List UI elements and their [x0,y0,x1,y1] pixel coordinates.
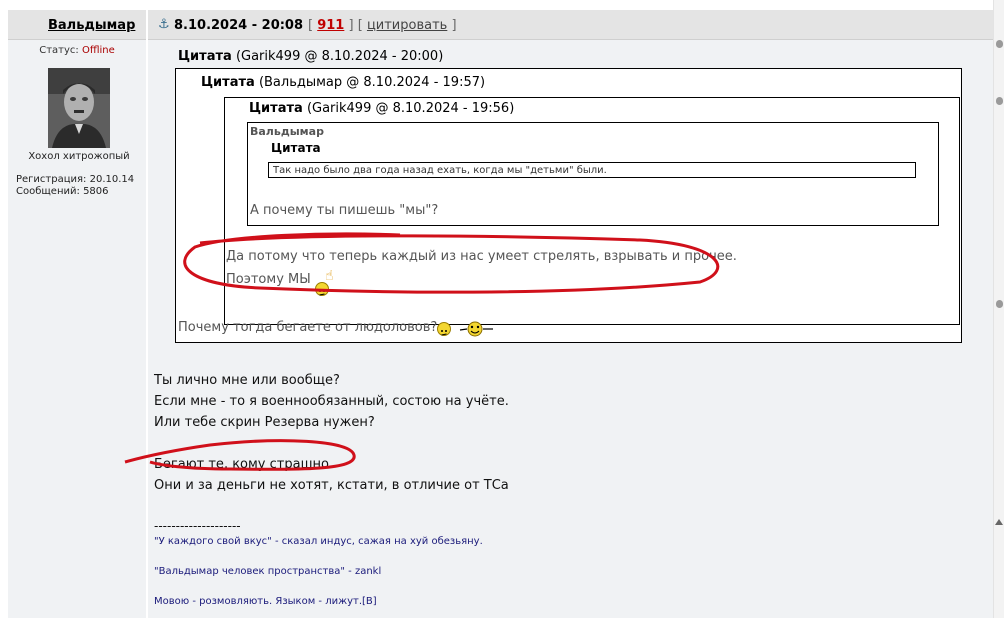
user-stats: Регистрация: 20.10.14 Сообщений: 5806 [16,174,134,198]
quote-header-mid: Цитата (Вальдымар @ 8.10.2024 - 19:57) [201,75,485,90]
message-line: Если мне - то я военнообязанный, состою … [154,394,509,409]
quote-author: Вальдымар [250,125,324,138]
quote-reply-outer: Почему тогда бегаете от людоловов? [178,320,438,335]
quote-label: Цитата [271,141,321,155]
post-body: Цитата (Garik499 @ 8.10.2024 - 20:00) Ци… [148,40,994,618]
scrollbar-marker [996,97,1003,105]
posts-label: Сообщений: [16,186,80,197]
message-line: Они и за деньги не хотят, кстати, в отли… [154,478,509,493]
quote-box-outer: Цитата (Вальдымар @ 8.10.2024 - 19:57) Ц… [175,68,962,343]
quote-text-deep: Так надо было два года назад ехать, когд… [268,162,916,178]
avatar-portrait-icon [48,68,110,148]
bracket-open: [ [308,18,314,33]
scrollbar-marker [996,300,1003,308]
quote-label: Цитата [249,101,303,116]
quote-label: Цитата [201,75,255,90]
message-line: Бегают те, кому страшно. [154,457,334,472]
quote-text-inner-line2: Поэтому МЫ [226,272,311,287]
post-header: ⚓ 8.10.2024 - 20:08 [ 911 ] [ цитировать… [148,10,994,40]
anchor-icon[interactable]: ⚓ [158,17,170,32]
quote-box-mid: Цитата (Garik499 @ 8.10.2024 - 19:56) Ва… [224,97,960,325]
message-line: Ты лично мне или вообще? [154,373,340,388]
user-panel: Статус: Offline Хохол хитрожопый Регистр… [8,40,146,618]
user-status: Статус: Offline [8,45,146,56]
post-actions: [ 911 ] [ цитировать ] [308,18,457,33]
signature-divider: -------------------- [154,519,241,533]
message-text: Ты лично мне или вообще? Если мне - то я… [154,370,509,496]
username-link[interactable]: Вальдымар [48,18,135,33]
forum-post: Вальдымар ⚓ 8.10.2024 - 20:08 [ 911 ] [ … [0,0,994,618]
hmm-smiley-face-icon [319,290,325,296]
bracket-close: ] [451,18,457,33]
avatar[interactable] [48,68,110,148]
quote-reply-deep: А почему ты пишешь "мы"? [250,203,439,218]
quote-header-deep: Цитата [271,141,321,155]
quote-meta: (Garik499 @ 8.10.2024 - 19:56) [306,101,515,116]
posts-count: 5806 [83,186,109,197]
quote-label: Цитата [178,49,232,64]
quote-header-outer: Цитата (Garik499 @ 8.10.2024 - 20:00) [178,49,443,64]
scrollbar-marker [996,40,1003,48]
quote-button[interactable]: цитировать [367,18,447,33]
post-number-link[interactable]: 911 [317,18,344,33]
signature-line: "Вальдымар человек пространства" - zankl [154,566,382,577]
scroll-up-arrow-icon[interactable] [995,519,1003,525]
quote-meta: (Garik499 @ 8.10.2024 - 20:00) [235,49,444,64]
pointing-hand-icon: ☝ [325,268,334,284]
reg-label: Регистрация: [16,174,87,185]
user-rank: Хохол хитрожопый [28,151,130,162]
post-date: 8.10.2024 - 20:08 [174,18,304,33]
user-header: Вальдымар [8,10,146,40]
signature: -------------------- "У каждого свой вку… [154,519,483,609]
signature-line: Мовою - розмовляють. Языком - лижут.[B] [154,596,377,607]
signature-line: "У каждого свой вкус" - сказал индус, са… [154,536,483,547]
hmm-smiley-icon [437,322,451,336]
bracket-open: [ [357,18,363,33]
quote-box-deep: Вальдымар Цитата Так надо было два года … [247,122,939,226]
bracket-close: ] [348,18,354,33]
quote-header-inner: Цитата (Garik499 @ 8.10.2024 - 19:56) [249,101,514,116]
dancing-smiley-figure-icon [459,321,493,337]
message-line [154,433,509,454]
reg-date: 20.10.14 [89,174,135,185]
status-label: Статус: [39,45,79,56]
status-value: Offline [81,45,115,56]
dancing-smiley-icon [459,320,497,338]
hmm-smiley-icon [315,282,329,296]
hmm-smiley-face-icon [441,330,447,336]
quote-meta: (Вальдымар @ 8.10.2024 - 19:57) [258,75,486,90]
quote-text-inner-line1: Да потому что теперь каждый из нас умеет… [226,249,737,264]
page-scrollbar[interactable] [993,0,1004,618]
message-line: Или тебе скрин Резерва нужен? [154,415,375,430]
